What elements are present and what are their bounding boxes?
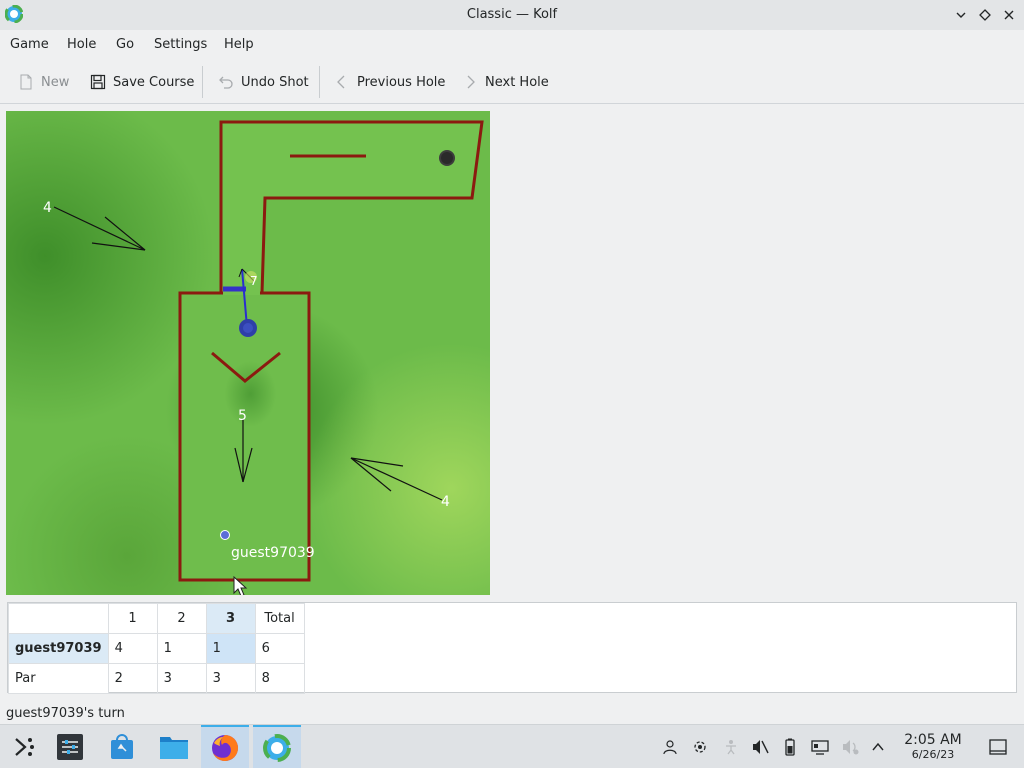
score-cell-current: 1 bbox=[205, 633, 256, 664]
par-cell-total: 8 bbox=[254, 663, 305, 694]
par-row-label: Par bbox=[8, 663, 109, 694]
save-course-label: Save Course bbox=[113, 74, 195, 90]
expand-tray-icon[interactable] bbox=[868, 737, 888, 757]
chevron-right-icon bbox=[467, 75, 475, 89]
next-hole-button[interactable]: Next Hole bbox=[462, 70, 549, 94]
par-cell: 3 bbox=[205, 663, 256, 694]
minimize-icon[interactable] bbox=[951, 5, 971, 25]
score-cell: 4 bbox=[107, 633, 158, 664]
previous-hole-button[interactable]: Previous Hole bbox=[334, 70, 445, 94]
menu-settings[interactable]: Settings bbox=[154, 37, 207, 52]
main-toolbar: New Save Course Undo Shot Previous Hole … bbox=[0, 60, 1024, 104]
golf-course-canvas[interactable]: 4 5 4 7 guest97039 bbox=[6, 111, 490, 597]
volume-icon[interactable] bbox=[840, 737, 860, 757]
menu-game[interactable]: Game bbox=[10, 37, 49, 52]
golf-ball bbox=[220, 530, 230, 540]
close-icon[interactable] bbox=[999, 5, 1019, 25]
par-cell: 2 bbox=[107, 663, 158, 694]
discover-store-icon[interactable] bbox=[98, 725, 146, 768]
player-name-label: guest97039 bbox=[231, 545, 315, 561]
score-header-total: Total bbox=[254, 603, 305, 634]
clock-time[interactable]: 2:05 AM bbox=[896, 732, 970, 748]
slope-label: 4 bbox=[441, 494, 450, 510]
application-launcher-icon[interactable] bbox=[0, 725, 48, 768]
window-titlebar: Classic — Kolf bbox=[0, 0, 1024, 30]
window-title: Classic — Kolf bbox=[466, 7, 558, 22]
undo-icon bbox=[219, 76, 233, 89]
slope-label: 4 bbox=[43, 200, 52, 216]
new-document-icon bbox=[20, 74, 32, 90]
menu-help[interactable]: Help bbox=[224, 37, 254, 52]
scoreboard: 1 2 3 Total guest97039 4 1 1 6 Par 2 3 3… bbox=[7, 602, 1017, 694]
score-table: 1 2 3 Total guest97039 4 1 1 6 Par 2 3 3… bbox=[8, 603, 305, 694]
file-manager-icon[interactable] bbox=[150, 725, 198, 768]
undo-shot-label: Undo Shot bbox=[241, 74, 309, 90]
next-hole-label: Next Hole bbox=[485, 74, 549, 90]
par-cell: 3 bbox=[156, 663, 207, 694]
score-header-hole-1: 1 bbox=[107, 603, 158, 634]
audio-muted-icon[interactable] bbox=[750, 737, 770, 757]
score-header-empty bbox=[8, 603, 109, 634]
menu-hole[interactable]: Hole bbox=[67, 37, 96, 52]
table-row: Par 2 3 3 8 bbox=[8, 663, 305, 694]
display-icon[interactable] bbox=[810, 737, 830, 757]
score-header-hole-2: 2 bbox=[156, 603, 207, 634]
chevron-left-icon bbox=[337, 75, 345, 89]
score-header-hole-3: 3 bbox=[205, 603, 256, 634]
menu-go[interactable]: Go bbox=[116, 37, 134, 52]
table-row: guest97039 4 1 1 6 bbox=[8, 633, 305, 664]
new-button[interactable]: New bbox=[18, 70, 69, 94]
firefox-icon[interactable] bbox=[201, 725, 249, 768]
save-course-button[interactable]: Save Course bbox=[90, 70, 194, 94]
clock-date[interactable]: 6/26/23 bbox=[896, 748, 970, 761]
network-icon[interactable] bbox=[690, 737, 710, 757]
taskbar bbox=[0, 724, 1024, 768]
toolbar-separator bbox=[202, 66, 203, 98]
menu-bar: Game Hole Go Settings Help bbox=[0, 30, 1024, 60]
score-cell: 1 bbox=[156, 633, 207, 664]
system-settings-icon[interactable] bbox=[46, 725, 94, 768]
maximize-icon[interactable] bbox=[975, 5, 995, 25]
user-icon[interactable] bbox=[660, 737, 680, 757]
show-desktop-icon[interactable] bbox=[988, 737, 1008, 757]
player-row-label: guest97039 bbox=[8, 633, 109, 664]
course-drawing: 4 5 4 7 guest97039 bbox=[6, 111, 490, 597]
undo-shot-button[interactable]: Undo Shot bbox=[218, 70, 309, 94]
kolf-icon[interactable] bbox=[253, 725, 301, 768]
status-text: guest97039's turn bbox=[6, 706, 125, 721]
toolbar-separator bbox=[319, 66, 320, 98]
slope-label: 5 bbox=[238, 408, 247, 424]
save-icon bbox=[90, 74, 106, 90]
putter-strength-label: 7 bbox=[250, 274, 258, 288]
battery-icon[interactable] bbox=[780, 737, 800, 757]
accessibility-icon[interactable] bbox=[721, 737, 741, 757]
score-cell-total: 6 bbox=[254, 633, 305, 664]
new-button-label: New bbox=[41, 74, 70, 90]
previous-hole-label: Previous Hole bbox=[357, 74, 446, 90]
